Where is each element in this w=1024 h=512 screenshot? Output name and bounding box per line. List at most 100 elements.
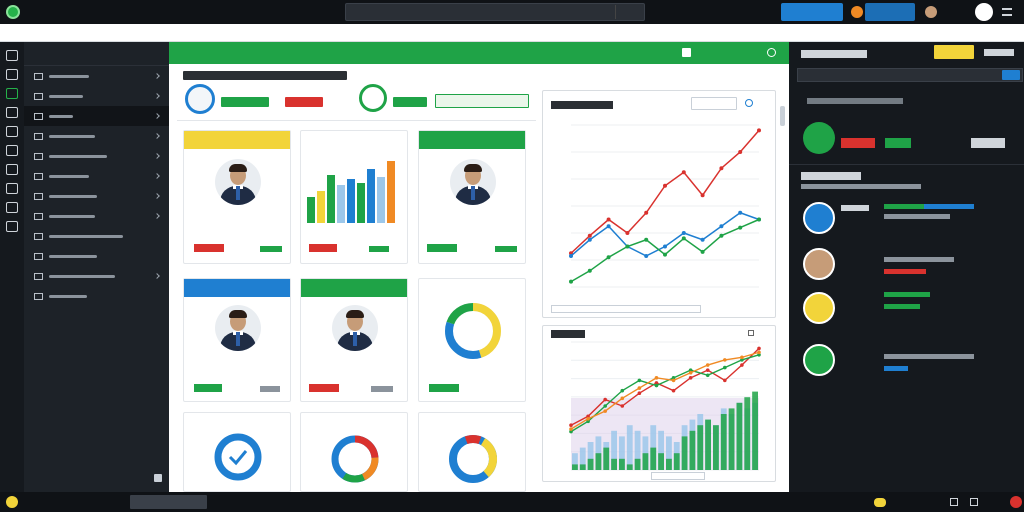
calendar-icon[interactable] — [6, 145, 18, 156]
donut-chart — [331, 435, 379, 483]
summary-stat-2 — [285, 97, 323, 107]
search-input[interactable] — [345, 3, 645, 21]
list-item-avatar — [803, 248, 835, 280]
area-bar — [720, 414, 727, 470]
chart-filter-select[interactable] — [691, 97, 737, 110]
table-icon[interactable] — [6, 221, 18, 232]
right-header-action[interactable] — [984, 49, 1014, 56]
sidebar-item[interactable] — [24, 206, 169, 226]
profile-card-3[interactable] — [183, 278, 291, 402]
list-item-avatar — [803, 344, 835, 376]
area-bar — [579, 464, 586, 470]
progress-bar — [884, 214, 950, 219]
id-card-icon[interactable] — [6, 183, 18, 194]
power-icon[interactable] — [1010, 496, 1022, 508]
sidebar-footer-icon[interactable] — [154, 474, 162, 482]
primary-action-button[interactable] — [781, 3, 843, 21]
area-bar — [658, 453, 664, 470]
right-search-input[interactable] — [797, 68, 1023, 82]
notification-icon[interactable] — [851, 6, 863, 18]
donut-card-4[interactable] — [418, 412, 526, 492]
card-value-secondary — [369, 246, 389, 252]
secondary-action-button[interactable] — [865, 3, 915, 21]
data-point — [738, 210, 743, 215]
card-value — [427, 244, 457, 252]
area-bar — [619, 458, 625, 470]
list-icon — [34, 92, 43, 100]
sidebar-item[interactable] — [24, 166, 169, 186]
menu-icon[interactable] — [1002, 8, 1012, 16]
sidebar-item[interactable] — [24, 226, 169, 246]
sidebar-item[interactable] — [24, 126, 169, 146]
data-point — [719, 233, 724, 238]
right-header-title — [801, 50, 867, 58]
chart-settings-icon[interactable] — [745, 99, 753, 107]
area-chart-card[interactable] — [542, 325, 776, 482]
chart-icon[interactable] — [6, 126, 18, 137]
data-point — [663, 183, 667, 188]
profile-card-4[interactable] — [300, 278, 408, 402]
window-control-icon[interactable] — [970, 498, 978, 506]
profile-card-2[interactable] — [418, 130, 526, 264]
mini-bar-chart — [307, 161, 395, 223]
tag-icon[interactable] — [6, 202, 18, 213]
section-subtitle — [801, 184, 921, 189]
sidebar-item[interactable] — [24, 246, 169, 266]
list-icon — [34, 272, 43, 280]
sidebar-item[interactable] — [24, 266, 169, 286]
list-icon — [34, 252, 43, 260]
user-avatar[interactable] — [925, 6, 937, 18]
summary-input[interactable] — [435, 94, 529, 108]
data-point — [740, 363, 744, 367]
area-bar — [713, 425, 719, 470]
chart-card-bars[interactable] — [300, 130, 408, 264]
status-action-button[interactable] — [130, 495, 207, 509]
sidebar-item[interactable] — [24, 186, 169, 206]
donut-card-1[interactable] — [418, 278, 526, 402]
area-bar — [681, 436, 688, 470]
search-icon[interactable] — [600, 5, 616, 19]
filter-button[interactable] — [934, 45, 974, 59]
summary-icon-2 — [359, 84, 387, 112]
donut-chart — [449, 435, 497, 483]
data-point — [688, 376, 693, 380]
data-point — [637, 386, 642, 390]
expand-icon[interactable] — [682, 48, 691, 57]
toolbar-strip — [0, 24, 1024, 42]
right-tabs[interactable] — [807, 98, 903, 104]
area-bar — [728, 408, 735, 470]
search-icon[interactable] — [1002, 70, 1020, 80]
window-control-icon[interactable] — [950, 498, 958, 506]
chart-title — [551, 101, 613, 109]
sidebar-item[interactable] — [24, 86, 169, 106]
help-button[interactable] — [975, 3, 993, 21]
sidebar-item[interactable] — [24, 66, 169, 86]
profile-card-1[interactable] — [183, 130, 291, 264]
summary-stat-1 — [221, 97, 269, 107]
list-item-avatar — [803, 292, 835, 324]
close-icon[interactable] — [767, 48, 776, 57]
bank-icon[interactable] — [6, 164, 18, 175]
scrollbar[interactable] — [780, 106, 785, 126]
home-icon[interactable] — [6, 50, 18, 61]
line-chart-card[interactable] — [542, 90, 776, 318]
donut-card-3[interactable] — [300, 412, 408, 492]
folder-icon[interactable] — [6, 69, 18, 80]
area-bar — [572, 464, 578, 470]
data-point — [700, 237, 705, 242]
avatar — [450, 159, 496, 205]
leaf-icon[interactable] — [6, 88, 18, 99]
area-bar — [744, 397, 751, 470]
donut-card-2[interactable] — [183, 412, 291, 492]
kpi-total — [971, 138, 1005, 148]
summary-title — [183, 71, 347, 80]
sidebar-item[interactable] — [24, 106, 169, 126]
kpi-icon — [803, 122, 835, 154]
chart-legend — [651, 472, 705, 480]
sidebar-item[interactable] — [24, 146, 169, 166]
progress-bar — [884, 257, 954, 262]
data-point — [681, 231, 686, 235]
data-point — [700, 249, 705, 254]
sidebar-item[interactable] — [24, 286, 169, 306]
gear-icon[interactable] — [6, 107, 18, 118]
